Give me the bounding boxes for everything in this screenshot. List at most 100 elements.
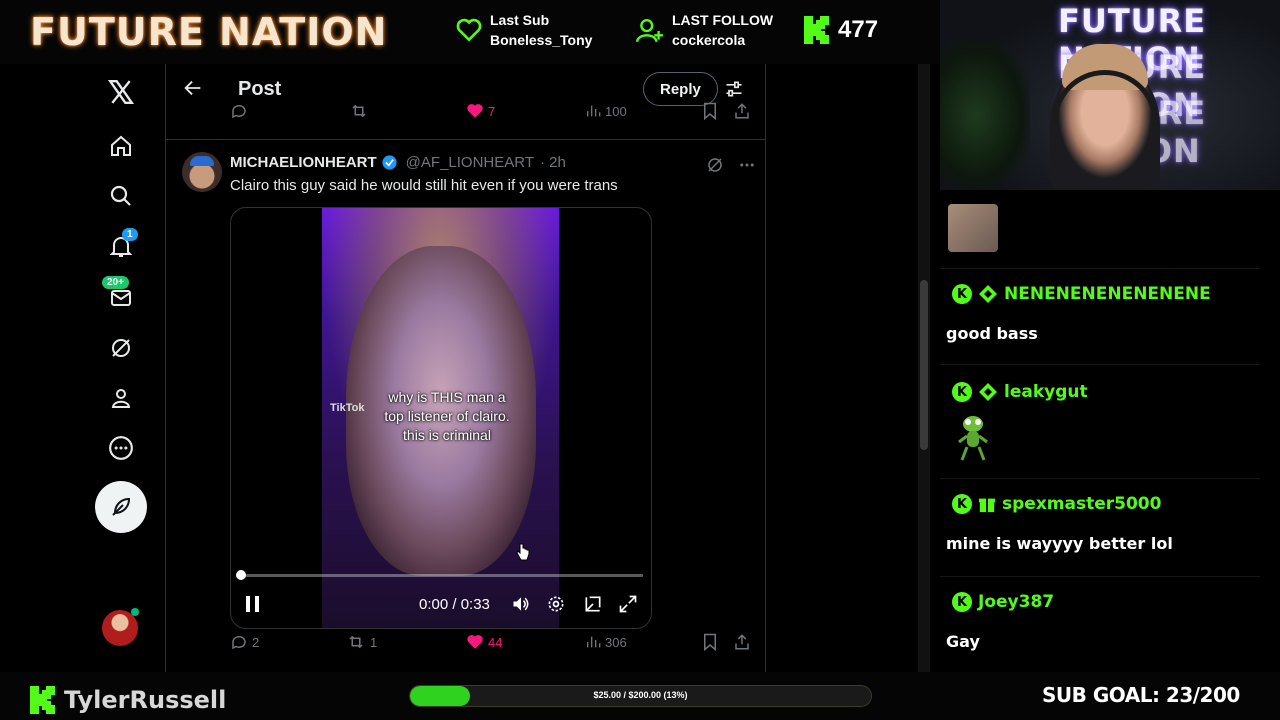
compose-post-button[interactable] bbox=[95, 481, 147, 533]
reply-count: 2 bbox=[252, 634, 260, 650]
views-icon bbox=[587, 636, 601, 648]
x-sidebar: 1 20+ bbox=[0, 64, 166, 672]
page-title: Post bbox=[238, 78, 282, 100]
volume-icon[interactable] bbox=[511, 594, 531, 614]
prev-like[interactable]: 7 bbox=[466, 102, 495, 120]
x-logo-icon[interactable] bbox=[105, 76, 137, 108]
search-icon[interactable] bbox=[105, 180, 137, 212]
reply-action[interactable]: 2 bbox=[230, 633, 259, 651]
video-caption: why is THIS man a top listener of clairo… bbox=[362, 388, 532, 445]
notifications-icon[interactable]: 1 bbox=[105, 228, 138, 262]
streamer-name-text: TylerRussell bbox=[64, 686, 227, 714]
picture-in-picture-icon[interactable] bbox=[583, 594, 603, 614]
messages-icon[interactable]: 20+ bbox=[102, 276, 137, 314]
like-count: 44 bbox=[488, 634, 503, 650]
back-arrow-icon[interactable] bbox=[182, 77, 204, 99]
chat-username-text[interactable]: spexmaster5000 bbox=[1002, 494, 1161, 514]
profile-icon[interactable] bbox=[105, 382, 137, 414]
kick-badge-icon: K bbox=[952, 284, 972, 304]
diamond-badge-icon bbox=[979, 285, 997, 303]
chat-divider bbox=[940, 364, 1260, 365]
chat-username-text[interactable]: Joey387 bbox=[978, 592, 1054, 612]
chat-gutter bbox=[930, 100, 940, 190]
author-handle[interactable]: @AF_LIONHEART bbox=[406, 154, 534, 171]
last-sub-label: Last Sub bbox=[490, 12, 550, 28]
viewer-count-value: 477 bbox=[838, 16, 879, 43]
chat-username[interactable]: K Joey387 bbox=[952, 592, 1054, 612]
video-caption-line: top listener of clairo. bbox=[384, 408, 510, 424]
reply-icon[interactable] bbox=[230, 102, 248, 120]
views-icon bbox=[587, 105, 601, 117]
author-display-name[interactable]: MICHAELIONHEART bbox=[230, 154, 377, 171]
video-frame[interactable]: TikTok why is THIS man a top listener of… bbox=[322, 208, 559, 628]
grok-explain-icon[interactable] bbox=[706, 156, 724, 174]
sub-goal: SUB GOAL: 23/200 bbox=[1042, 683, 1240, 707]
fullscreen-icon[interactable] bbox=[618, 594, 638, 614]
settings-gear-icon[interactable] bbox=[546, 594, 566, 614]
scrollbar-thumb[interactable] bbox=[920, 280, 928, 450]
repost-icon bbox=[349, 635, 363, 649]
last-follow-value: cockercola bbox=[672, 32, 746, 48]
online-status-dot bbox=[131, 608, 139, 616]
video-time: 0:00 / 0:33 bbox=[419, 596, 490, 613]
grok-icon[interactable] bbox=[105, 332, 137, 364]
share-action[interactable] bbox=[733, 633, 751, 651]
home-icon[interactable] bbox=[105, 130, 137, 162]
like-action[interactable]: 44 bbox=[466, 633, 502, 651]
kick-badge-icon: K bbox=[952, 382, 972, 402]
video-player[interactable]: TikTok why is THIS man a top listener of… bbox=[230, 207, 652, 629]
repost-icon[interactable] bbox=[350, 102, 368, 120]
video-caption-line: why is THIS man a bbox=[388, 389, 506, 405]
stream-bottom-bar: TylerRussell $25.00 / $200.00 (13%) SUB … bbox=[0, 672, 1280, 720]
chat-message: Gay bbox=[946, 632, 980, 651]
mouse-cursor-icon bbox=[516, 543, 530, 561]
tiktok-watermark: TikTok bbox=[330, 402, 365, 414]
chat-message: mine is wayyyy better lol bbox=[946, 534, 1173, 553]
chat-username-text[interactable]: NENENENENENENENE bbox=[1004, 284, 1211, 304]
diamond-badge-icon bbox=[979, 383, 997, 401]
verified-badge-icon bbox=[382, 155, 397, 170]
pause-icon[interactable] bbox=[245, 594, 261, 614]
heart-filled-icon bbox=[467, 635, 483, 649]
share-icon[interactable] bbox=[733, 102, 751, 120]
share-icon bbox=[735, 634, 749, 650]
prev-views[interactable]: 100 bbox=[585, 103, 627, 119]
chat-message: good bass bbox=[946, 324, 1038, 343]
sliders-icon[interactable] bbox=[724, 79, 744, 99]
last-sub-value: Boneless_Tony bbox=[490, 32, 593, 48]
bookmark-icon bbox=[704, 633, 716, 651]
prev-views-count: 100 bbox=[605, 103, 627, 119]
notifications-badge: 1 bbox=[122, 228, 138, 241]
more-icon[interactable] bbox=[105, 432, 137, 464]
streamer-name: TylerRussell bbox=[30, 686, 226, 714]
chat-panel: K NENENENENENENENE good bass K leakygut … bbox=[930, 190, 1280, 672]
video-progress-bar[interactable] bbox=[239, 574, 643, 577]
chat-username[interactable]: K spexmaster5000 bbox=[952, 494, 1161, 514]
chat-username[interactable]: K NENENENENENENENE bbox=[952, 284, 1211, 304]
chat-username[interactable]: K leakygut bbox=[952, 382, 1088, 402]
chat-divider bbox=[940, 268, 1260, 269]
bookmark-action[interactable] bbox=[702, 633, 718, 651]
chat-username-text[interactable]: leakygut bbox=[1004, 382, 1088, 402]
last-sub: Last Sub Boneless_Tony bbox=[456, 12, 592, 48]
tweet-author-avatar[interactable] bbox=[182, 152, 222, 192]
chat-divider bbox=[940, 478, 1260, 479]
video-scrubber[interactable] bbox=[236, 570, 246, 580]
tweet-text: Clairo this guy said he would still hit … bbox=[230, 177, 618, 194]
more-options-icon[interactable] bbox=[738, 156, 756, 174]
video-controls: 0:00 / 0:33 bbox=[231, 590, 651, 622]
stream-brand: FUTURE NATION bbox=[30, 10, 388, 54]
x-app-window: 1 20+ Post Reply 7 100 MICHAELIONHEART @… bbox=[0, 64, 930, 672]
stream-overlay: FUTURE NATION Last Sub Boneless_Tony LAS… bbox=[0, 0, 1280, 720]
bookmark-icon[interactable] bbox=[702, 102, 718, 120]
prev-like-count: 7 bbox=[488, 103, 496, 119]
messages-badge: 20+ bbox=[102, 276, 129, 289]
views-action[interactable]: 306 bbox=[585, 634, 627, 650]
reply-button[interactable]: Reply bbox=[643, 72, 718, 106]
last-follow-label: LAST FOLLOW bbox=[672, 12, 774, 28]
tweet-author[interactable]: MICHAELIONHEART @AF_LIONHEART · 2h bbox=[230, 154, 566, 171]
last-follow: LAST FOLLOW cockercola bbox=[636, 12, 773, 48]
repost-action[interactable]: 1 bbox=[346, 633, 377, 651]
donation-goal-bar: $25.00 / $200.00 (13%) bbox=[409, 685, 872, 707]
feather-icon bbox=[112, 497, 131, 516]
